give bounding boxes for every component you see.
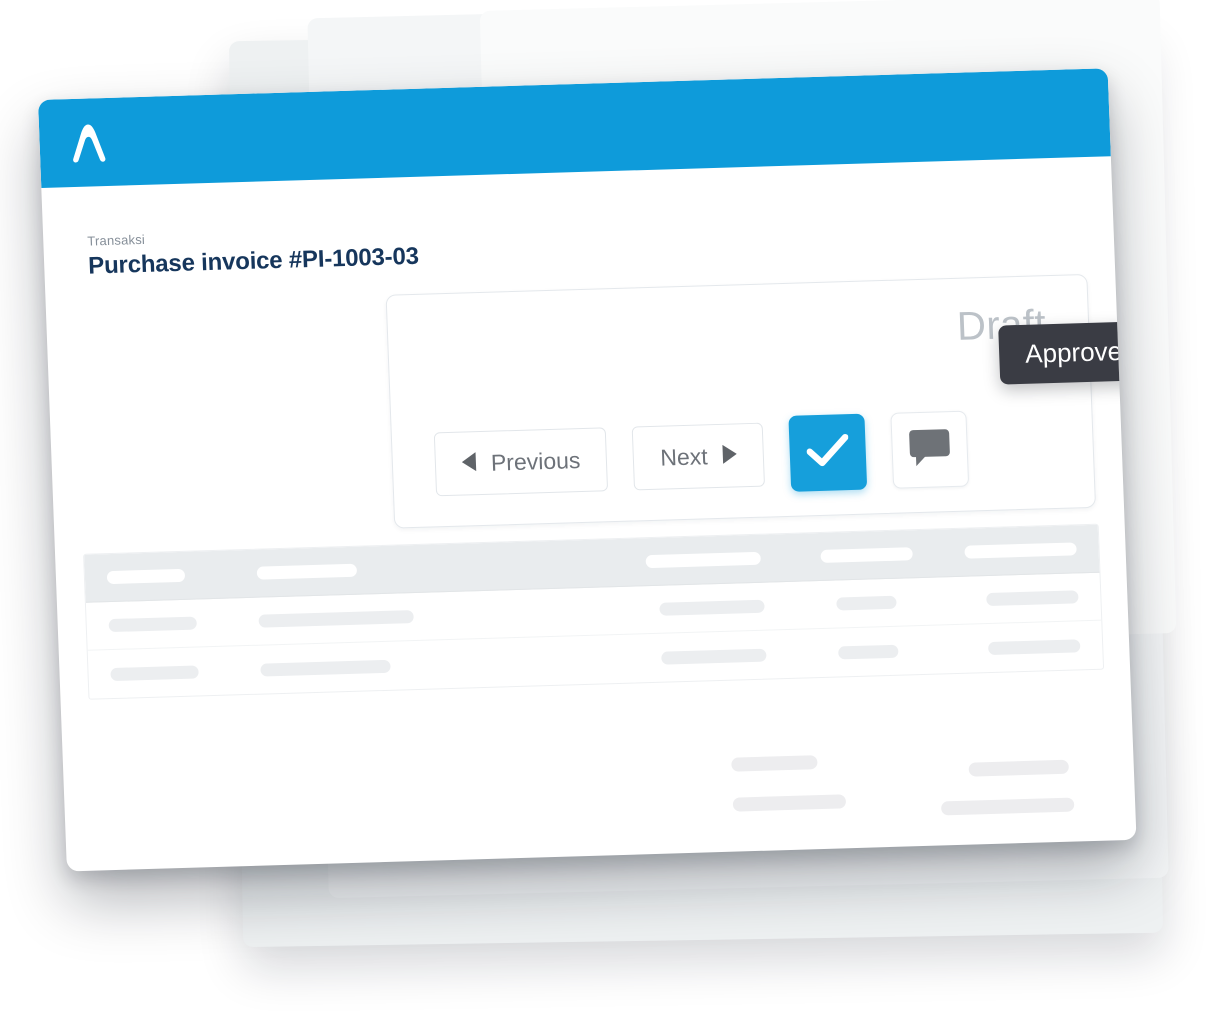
skeleton-bar [260, 659, 391, 677]
document-navigation-toolbar: Previous Next [433, 410, 969, 503]
skeleton-bar [968, 759, 1069, 777]
next-button-label: Next [659, 442, 709, 471]
skeleton-bar [108, 616, 197, 633]
page-title: Purchase invoice #PI-1003-03 [87, 242, 420, 280]
skeleton-bar [964, 542, 1077, 559]
skeleton-bar [659, 599, 765, 616]
previous-button[interactable]: Previous [433, 427, 609, 497]
skeleton-bar [661, 648, 767, 665]
previous-button-label: Previous [490, 446, 581, 476]
document-action-card: Draft Approved and Continue Previous Nex… [385, 273, 1137, 529]
skeleton-bar [110, 664, 199, 681]
approve-and-continue-button[interactable] [788, 413, 867, 492]
speech-bubble-icon [908, 428, 952, 472]
skeleton-bar [106, 568, 186, 585]
next-button[interactable]: Next [632, 422, 765, 491]
accurate-a-logo-icon[interactable] [65, 120, 113, 167]
skeleton-bar [256, 563, 358, 580]
skeleton-bar [732, 794, 847, 812]
skeleton-bar [820, 547, 913, 563]
skeleton-bar [645, 551, 761, 569]
mockup-stage: Transaksi Purchase invoice #PI-1003-03 D… [0, 0, 1227, 1020]
page-heading-block: Transaksi Purchase invoice #PI-1003-03 [87, 224, 419, 281]
check-icon [806, 433, 849, 473]
skeleton-bar [987, 638, 1081, 655]
triangle-right-icon [721, 442, 737, 469]
skeleton-bar [940, 797, 1075, 816]
skeleton-bar [836, 595, 897, 611]
comment-button[interactable] [890, 410, 969, 489]
triangle-left-icon [461, 450, 477, 477]
app-window: Transaksi Purchase invoice #PI-1003-03 D… [38, 68, 1137, 872]
content-skeleton-table [83, 523, 1105, 700]
skeleton-bar [986, 590, 1079, 607]
skeleton-bar [731, 755, 818, 772]
skeleton-bar [838, 644, 899, 659]
app-header-bar [38, 68, 1111, 188]
skeleton-bar [258, 610, 414, 628]
tooltip-approve-and-continue: Approved and Continue [998, 315, 1137, 385]
